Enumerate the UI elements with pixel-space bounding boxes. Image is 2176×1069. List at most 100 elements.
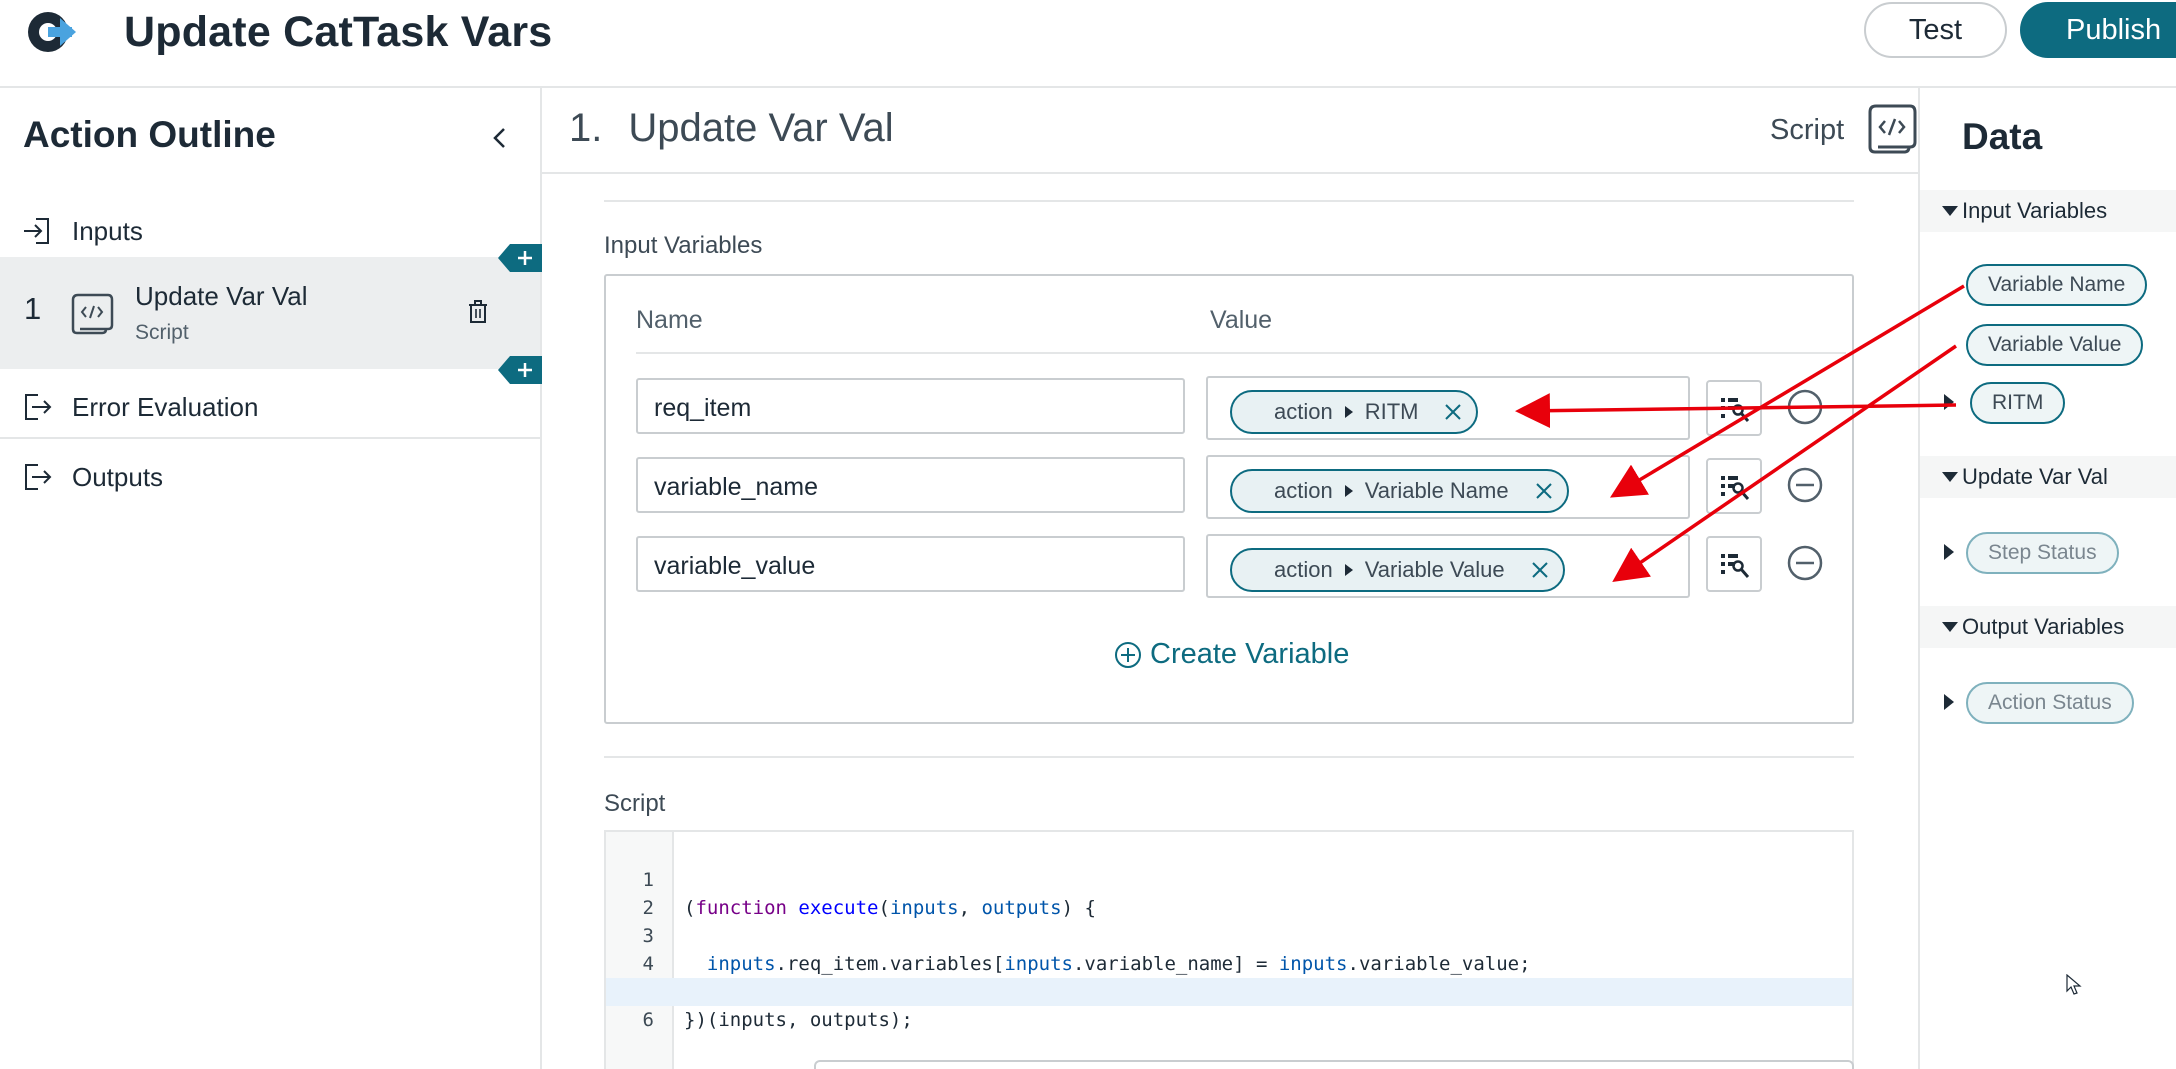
close-icon[interactable]: [1444, 403, 1462, 421]
variable-value-field[interactable]: action Variable Name: [1206, 455, 1690, 519]
code-line[interactable]: 5 })(inputs, outputs);: [606, 950, 1852, 1031]
caret-right-icon: [1344, 406, 1353, 418]
input-variables-table: Name Value req_item action RITM variable_…: [604, 274, 1854, 724]
trash-icon[interactable]: [466, 299, 490, 325]
data-picker-icon: [1721, 398, 1749, 422]
create-variable-label: Create Variable: [1150, 638, 1350, 670]
output-icon: [25, 464, 52, 490]
pill-field: RITM: [1364, 399, 1419, 424]
triangle-right-icon[interactable]: [1944, 394, 1954, 410]
outline-item-error-evaluation[interactable]: Error Evaluation: [0, 377, 540, 439]
data-picker-button[interactable]: [1706, 380, 1762, 436]
step-heading-number: 1.: [569, 106, 603, 150]
outline-item-label: Outputs: [72, 461, 164, 492]
outline-item-label: Inputs: [72, 215, 143, 246]
divider: [636, 352, 1846, 354]
error-evaluation-icon: [25, 394, 52, 420]
add-step-above-icon[interactable]: [498, 240, 542, 276]
create-variable-link[interactable]: Create Variable: [1114, 638, 1349, 671]
triangle-right-icon[interactable]: [1944, 694, 1954, 710]
data-pill[interactable]: action Variable Name: [1230, 469, 1569, 513]
triangle-down-icon: [1942, 622, 1958, 632]
outline-item-step-1[interactable]: 1 Update Var Val Script: [0, 257, 540, 369]
test-button[interactable]: Test: [1864, 2, 2007, 58]
publish-button[interactable]: Publish: [2020, 2, 2176, 58]
data-pill-variable-name[interactable]: Variable Name: [1966, 264, 2148, 306]
variable-value-field[interactable]: action Variable Value: [1206, 534, 1690, 598]
variable-value-field[interactable]: action RITM: [1206, 376, 1690, 440]
code-line-active[interactable]: 6: [606, 978, 1852, 1031]
section-update-var-val[interactable]: Update Var Val: [1920, 456, 2176, 498]
column-header-value: Value: [1210, 306, 1273, 334]
remove-row-icon[interactable]: [1786, 466, 1824, 504]
data-picker-button[interactable]: [1706, 458, 1762, 514]
line-number: 6: [642, 1009, 654, 1031]
script-editor[interactable]: 1 (function execute(inputs, outputs) { 2…: [604, 830, 1854, 1069]
divider: [604, 756, 1854, 758]
close-icon[interactable]: [1531, 561, 1549, 579]
caret-right-icon: [1344, 485, 1353, 497]
outline-item-inputs[interactable]: Inputs: [0, 200, 540, 262]
remove-row-icon[interactable]: [1786, 388, 1824, 426]
divider: [604, 200, 1854, 202]
column-header-name: Name: [636, 306, 703, 334]
step-editor: 1. Update Var Val Script Input Variables …: [542, 88, 1918, 1069]
data-pill[interactable]: action RITM: [1230, 390, 1479, 434]
input-variables-label: Input Variables: [604, 232, 763, 259]
variable-name-input[interactable]: req_item: [636, 378, 1185, 434]
mouse-cursor-icon: [2066, 974, 2082, 995]
code-line[interactable]: 4 inputs.req_item.update();: [606, 922, 1852, 1003]
collapse-chevron-icon[interactable]: [486, 124, 514, 152]
triangle-down-icon: [1942, 472, 1958, 482]
app-header: Update CatTask Vars Test Publish: [0, 0, 2176, 88]
step-heading-title: Update Var Val: [628, 106, 894, 150]
bottom-panel-edge: [814, 1060, 1854, 1069]
code-text: })(inputs, outputs);: [684, 1009, 913, 1031]
plus-circle-icon: [1115, 641, 1141, 668]
script-scroll-icon: [1868, 104, 1917, 154]
data-picker-button[interactable]: [1706, 536, 1762, 592]
data-pill-variable-value[interactable]: Variable Value: [1966, 324, 2144, 366]
section-label: Output Variables: [1962, 614, 2125, 639]
data-pill-ritm[interactable]: RITM: [1970, 382, 2066, 424]
data-pill-step-status[interactable]: Step Status: [1966, 532, 2119, 574]
page-title: Update CatTask Vars: [124, 8, 553, 56]
pill-source: action: [1274, 557, 1333, 582]
outline-title: Action Outline: [23, 114, 276, 155]
action-outline-panel: Action Outline Inputs 1 Update Var Val S…: [0, 88, 542, 1069]
step-type-label: Script: [1770, 114, 1845, 146]
section-label: Update Var Val: [1962, 464, 2108, 489]
outline-item-outputs[interactable]: Outputs: [0, 446, 540, 508]
data-picker-icon: [1721, 476, 1749, 500]
script-label: Script: [604, 790, 666, 817]
triangle-right-icon[interactable]: [1944, 544, 1954, 560]
data-picker-icon: [1721, 554, 1749, 578]
step-title: Update Var Val: [135, 281, 308, 311]
data-panel: Data Input Variables Variable Name Varia…: [1918, 88, 2176, 1069]
triangle-down-icon: [1942, 206, 1958, 216]
pill-field: Variable Value: [1364, 557, 1505, 582]
section-input-variables[interactable]: Input Variables: [1920, 190, 2176, 232]
step-heading: 1. Update Var Val: [569, 106, 894, 151]
step-header: 1. Update Var Val Script: [542, 88, 1918, 174]
data-pill[interactable]: action Variable Value: [1230, 548, 1565, 592]
data-panel-title: Data: [1962, 116, 2043, 157]
pill-field: Variable Name: [1364, 478, 1509, 503]
outline-item-label: Error Evaluation: [72, 391, 259, 422]
back-logo-icon[interactable]: [24, 8, 80, 56]
variable-name-input[interactable]: variable_value: [636, 536, 1185, 592]
code-line[interactable]: 2: [606, 866, 1852, 919]
section-output-variables[interactable]: Output Variables: [1920, 606, 2176, 648]
code-line[interactable]: 1 (function execute(inputs, outputs) {: [606, 838, 1852, 919]
data-pill-action-status[interactable]: Action Status: [1966, 682, 2134, 724]
section-label: Input Variables: [1962, 198, 2108, 223]
step-number: 1: [24, 291, 42, 326]
close-icon[interactable]: [1535, 482, 1553, 500]
script-scroll-icon: [71, 293, 114, 335]
pill-source: action: [1274, 399, 1333, 424]
step-type: Script: [135, 321, 189, 344]
caret-right-icon: [1344, 564, 1353, 576]
variable-name-input[interactable]: variable_name: [636, 457, 1185, 513]
code-line[interactable]: 3 inputs.req_item.variables[inputs.varia…: [606, 894, 1852, 975]
remove-row-icon[interactable]: [1786, 544, 1824, 582]
